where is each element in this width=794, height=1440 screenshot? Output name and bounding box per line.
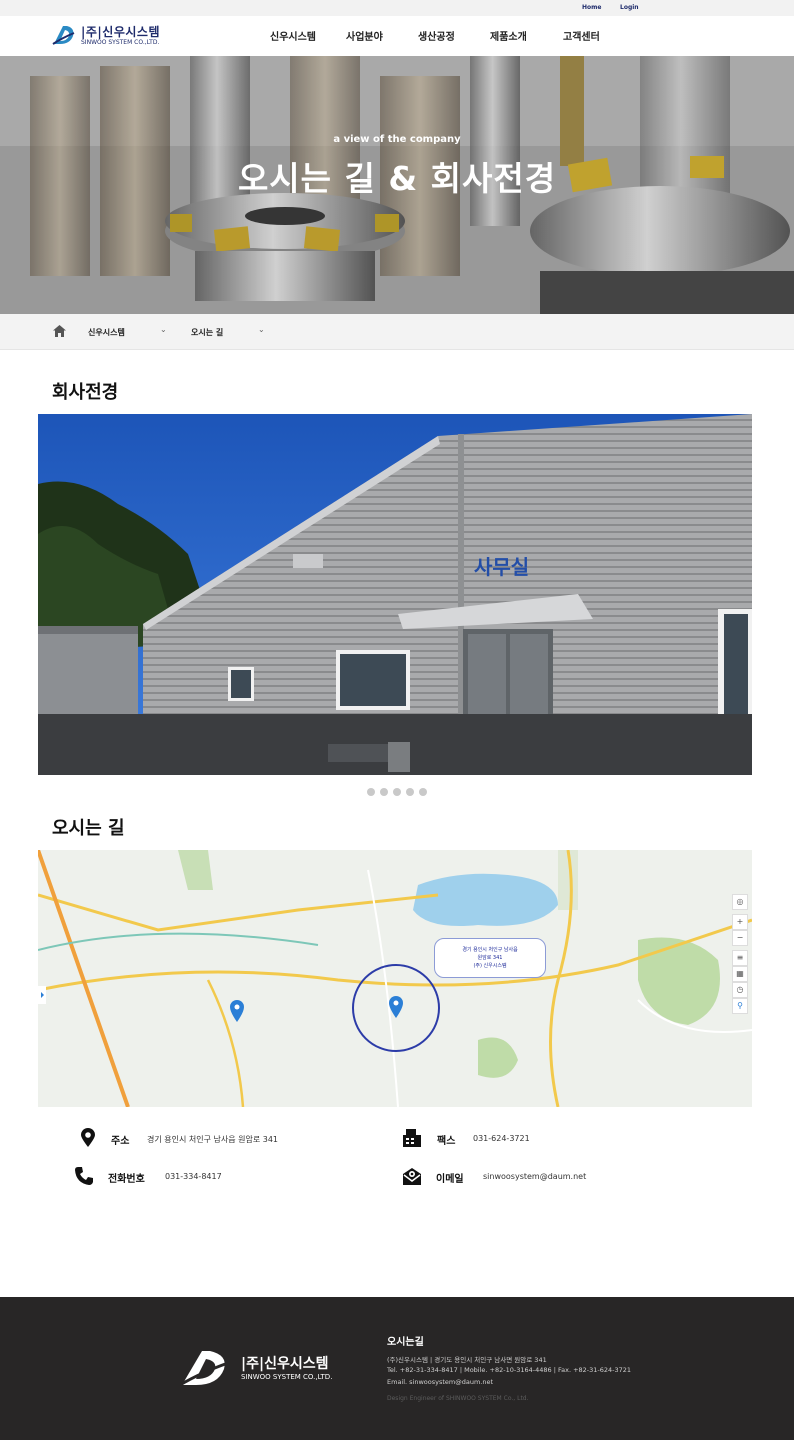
tooltip-line-2: 원암로 341 (477, 955, 503, 961)
slider-dot-1[interactable] (367, 788, 375, 796)
map-locate-icon[interactable]: ◎ (732, 894, 748, 910)
top-utility-bar: Home Login (0, 0, 794, 16)
map-compass-icon[interactable]: ◷ (732, 982, 748, 998)
fax-icon (403, 1129, 421, 1147)
footer-copyright: Design Engineer of SHINWOO SYSTEM Co., L… (387, 1395, 529, 1402)
site-logo[interactable]: |주|신우시스템 SINWOO SYSTEM CO.,LTD. (52, 23, 182, 49)
directions-title: 오시는 길 (52, 818, 125, 839)
map-location-tooltip: 경기 용인시 처인구 남사읍 원암로 341 (주) 신우시스템 (434, 938, 546, 978)
footer-logo-korean: |주|신우시스템 (241, 1356, 329, 1372)
breadcrumb: 신우시스템 ⌄ 오시는 길 ⌄ (0, 314, 794, 350)
logo-korean-text: |주|신우시스템 (81, 25, 161, 39)
email-label: 이메일 (436, 1174, 464, 1185)
company-building-photo: 사무실 (38, 414, 752, 775)
company-view-title: 회사전경 (52, 382, 119, 403)
footer-email-line: Email. sinwoosystem@daum.net (387, 1378, 494, 1386)
phone-value: 031-334-8417 (165, 1172, 222, 1181)
hero-banner: a view of the company 오시는 길 & 회사전경 (0, 56, 794, 314)
footer-contact-line: Tel. +82-31-334-8417 | Mobile. +82-10-31… (387, 1366, 632, 1374)
photo-sign-text: 사무실 (474, 555, 529, 579)
breadcrumb-level1[interactable]: 신우시스템 (88, 327, 125, 338)
hero-subtitle: a view of the company (333, 134, 461, 145)
home-link[interactable]: Home (582, 4, 601, 11)
fax-label: 팩스 (437, 1136, 456, 1147)
zoom-in-icon[interactable]: + (732, 914, 748, 930)
address-label: 주소 (111, 1136, 130, 1147)
fax-value: 031-624-3721 (473, 1134, 530, 1143)
email-icon (403, 1168, 421, 1185)
nav-item-sinwoo[interactable]: 신우시스템 (270, 28, 316, 43)
logo-mark-icon (52, 26, 75, 45)
site-footer: |주|신우시스템 SINWOO SYSTEM CO.,LTD. 오시는길 (주)… (0, 1297, 794, 1440)
zoom-out-icon[interactable]: − (732, 930, 748, 946)
location-map[interactable]: 경기 용인시 처인구 남사읍 원암로 341 (주) 신우시스템 ◎ + − ≡… (38, 850, 752, 1107)
email-value: sinwoosystem@daum.net (483, 1172, 587, 1181)
tooltip-line-3: (주) 신우시스템 (473, 963, 507, 969)
slider-dot-3[interactable] (393, 788, 401, 796)
site-header: |주|신우시스템 SINWOO SYSTEM CO.,LTD. 신우시스템 사업… (0, 16, 794, 56)
location-pin-icon (81, 1128, 95, 1147)
logo-english-text: SINWOO SYSTEM CO.,LTD. (81, 39, 160, 46)
chevron-down-icon[interactable]: ⌄ (258, 325, 265, 334)
tooltip-line-1: 경기 용인시 처인구 남사읍 (462, 947, 518, 953)
building-image: 사무실 (38, 414, 752, 775)
phone-icon (75, 1167, 93, 1185)
nav-item-products[interactable]: 제품소개 (490, 28, 527, 43)
chevron-down-icon[interactable]: ⌄ (160, 325, 167, 334)
footer-title: 오시는길 (387, 1337, 424, 1348)
breadcrumb-level2[interactable]: 오시는 길 (191, 327, 223, 338)
footer-logo-english: SINWOO SYSTEM CO.,LTD. (241, 1373, 333, 1381)
map-layers-icon[interactable]: ≡ (732, 950, 748, 966)
footer-logo-mark-icon (180, 1351, 229, 1387)
nav-item-production[interactable]: 생산공정 (418, 28, 455, 43)
map-grid-icon[interactable]: ▦ (732, 966, 748, 982)
phone-label: 전화번호 (108, 1174, 145, 1185)
nav-item-support[interactable]: 고객센터 (563, 28, 600, 43)
home-icon[interactable] (53, 325, 66, 337)
slider-dot-2[interactable] (380, 788, 388, 796)
slider-dot-4[interactable] (406, 788, 414, 796)
hero-title: 오시는 길 & 회사전경 (237, 159, 557, 198)
slider-dot-5[interactable] (419, 788, 427, 796)
map-marker-icon[interactable]: ⚲ (732, 998, 748, 1014)
footer-address-line: (주)신우시스템 | 경기도 용인시 처인구 남사면 원암로 341 (387, 1356, 547, 1364)
login-link[interactable]: Login (620, 4, 639, 11)
nav-item-business[interactable]: 사업분야 (346, 28, 383, 43)
address-value: 경기 용인시 처인구 남사읍 원암로 341 (147, 1135, 279, 1144)
map-image (38, 850, 752, 1107)
